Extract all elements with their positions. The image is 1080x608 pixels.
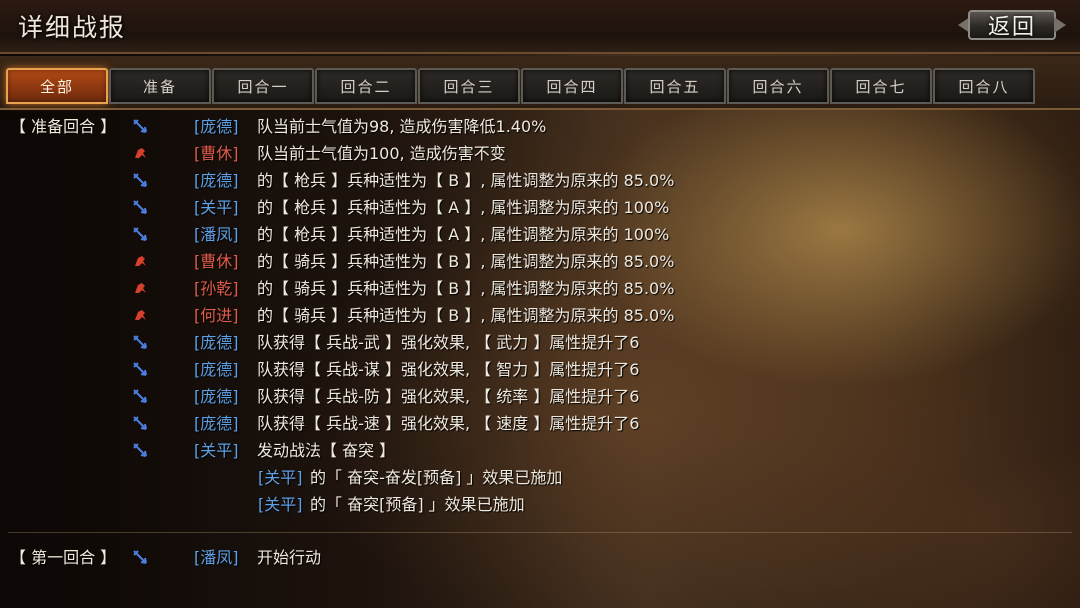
round-tab-bar: 全部 准备 回合一 回合二 回合三 回合四 回合五 回合六 回合七 回合八	[0, 56, 1080, 110]
log-text: 队获得【 兵战-防 】强化效果, 【 统率 】属性提升了6	[257, 387, 640, 406]
prep-round-label: 【 准备回合 】	[10, 117, 117, 136]
page-title: 详细战报	[18, 13, 127, 42]
tab-round-4[interactable]: 回合四	[521, 68, 623, 104]
blue-arrow-icon	[133, 173, 147, 187]
log-text: 队获得【 兵战-武 】强化效果, 【 武力 】属性提升了6	[257, 333, 640, 352]
log-text: 的【 枪兵 】兵种适性为【 A 】, 属性调整为原来的 100%	[257, 225, 670, 244]
tab-round-5[interactable]: 回合五	[624, 68, 726, 104]
log-text: 的【 骑兵 】兵种适性为【 B 】, 属性调整为原来的 85.0%	[257, 306, 675, 325]
red-horse-icon	[135, 148, 146, 158]
tab-round-3[interactable]: 回合三	[418, 68, 520, 104]
tab-round-8[interactable]: 回合八	[933, 68, 1035, 104]
log-sub-row: [关平] 的「 奋突[预备] 」效果已施加	[0, 491, 1080, 518]
general-name: [庞德]	[194, 414, 239, 433]
general-name: [庞德]	[194, 171, 239, 190]
general-name: [潘凤]	[194, 548, 239, 567]
log-text: 的「 奋突-奋发[预备] 」效果已施加	[310, 468, 563, 487]
blue-arrow-icon	[133, 362, 147, 376]
log-row: [曹休] 的【 骑兵 】兵种适性为【 B 】, 属性调整为原来的 85.0%	[0, 248, 1080, 275]
blue-arrow-icon	[133, 416, 147, 430]
blue-arrow-icon	[133, 227, 147, 241]
red-horse-icon	[135, 310, 146, 320]
tab-prep[interactable]: 准备	[109, 68, 211, 104]
general-name: [关平]	[258, 468, 303, 487]
blue-arrow-icon	[133, 389, 147, 403]
log-row: [庞德] 队获得【 兵战-武 】强化效果, 【 武力 】属性提升了6	[0, 329, 1080, 356]
general-name: [何进]	[194, 306, 239, 325]
round-divider	[8, 532, 1072, 533]
general-name: [孙乾]	[194, 279, 239, 298]
back-button[interactable]: 返回	[958, 6, 1066, 44]
general-name: [关平]	[194, 441, 239, 460]
general-name: [曹休]	[194, 144, 239, 163]
log-row: [何进] 的【 骑兵 】兵种适性为【 B 】, 属性调整为原来的 85.0%	[0, 302, 1080, 329]
log-text: 队当前士气值为100, 造成伤害不变	[257, 144, 506, 163]
log-row: [关平] 的【 枪兵 】兵种适性为【 A 】, 属性调整为原来的 100%	[0, 194, 1080, 221]
log-text: 的【 枪兵 】兵种适性为【 B 】, 属性调整为原来的 85.0%	[257, 171, 675, 190]
back-button-label: 返回	[987, 15, 1036, 40]
log-text: 的【 骑兵 】兵种适性为【 B 】, 属性调整为原来的 85.0%	[257, 252, 675, 271]
header-bar: 详细战报 返回	[0, 0, 1080, 54]
blue-arrow-icon	[133, 443, 147, 457]
general-name: [庞德]	[194, 117, 239, 136]
log-text: 的「 奋突[预备] 」效果已施加	[310, 495, 525, 514]
log-text: 开始行动	[257, 548, 322, 567]
log-row: [曹休] 队当前士气值为100, 造成伤害不变	[0, 140, 1080, 167]
general-name: [潘凤]	[194, 225, 239, 244]
log-row: [潘凤] 的【 枪兵 】兵种适性为【 A 】, 属性调整为原来的 100%	[0, 221, 1080, 248]
log-text: 队获得【 兵战-速 】强化效果, 【 速度 】属性提升了6	[257, 414, 640, 433]
general-name: [关平]	[194, 198, 239, 217]
battle-report-screen: 详细战报 返回 全部 准备 回合一 回合二 回合三 回合四 回合五 回合六 回合…	[0, 0, 1080, 608]
log-row: [庞德] 队获得【 兵战-谋 】强化效果, 【 智力 】属性提升了6	[0, 356, 1080, 383]
general-name: [庞德]	[194, 360, 239, 379]
red-horse-icon	[135, 256, 146, 266]
log-row: [孙乾] 的【 骑兵 】兵种适性为【 B 】, 属性调整为原来的 85.0%	[0, 275, 1080, 302]
log-text: 队获得【 兵战-谋 】强化效果, 【 智力 】属性提升了6	[257, 360, 640, 379]
battle-log[interactable]: 【 准备回合 】 [庞德] 队当前士气值为98, 造成伤害降低1.40% [曹休…	[0, 110, 1080, 608]
log-sub-row: [关平] 的「 奋突-奋发[预备] 」效果已施加	[0, 464, 1080, 491]
general-name: [曹休]	[194, 252, 239, 271]
log-row: [庞德] 的【 枪兵 】兵种适性为【 B 】, 属性调整为原来的 85.0%	[0, 167, 1080, 194]
log-row: 【 准备回合 】 [庞德] 队当前士气值为98, 造成伤害降低1.40%	[0, 113, 1080, 140]
first-round-label: 【 第一回合 】	[10, 548, 117, 567]
general-name: [庞德]	[194, 333, 239, 352]
blue-arrow-icon	[133, 335, 147, 349]
blue-arrow-icon	[133, 200, 147, 214]
log-text: 的【 枪兵 】兵种适性为【 A 】, 属性调整为原来的 100%	[257, 198, 670, 217]
blue-arrow-icon	[133, 119, 147, 133]
log-row: 【 第一回合 】 [潘凤] 开始行动	[0, 544, 1080, 571]
log-text: 队当前士气值为98, 造成伤害降低1.40%	[257, 117, 547, 136]
tab-all[interactable]: 全部	[6, 68, 108, 104]
tab-round-1[interactable]: 回合一	[212, 68, 314, 104]
tab-round-6[interactable]: 回合六	[727, 68, 829, 104]
log-row: [关平] 发动战法【 奋突 】	[0, 437, 1080, 464]
general-name: [关平]	[258, 495, 303, 514]
red-horse-icon	[135, 283, 146, 293]
tab-round-7[interactable]: 回合七	[830, 68, 932, 104]
log-text: 的【 骑兵 】兵种适性为【 B 】, 属性调整为原来的 85.0%	[257, 279, 675, 298]
general-name: [庞德]	[194, 387, 239, 406]
blue-arrow-icon	[133, 550, 147, 564]
back-button-wing-right	[1054, 17, 1066, 33]
log-row: [庞德] 队获得【 兵战-速 】强化效果, 【 速度 】属性提升了6	[0, 410, 1080, 437]
log-text: 发动战法【 奋突 】	[257, 441, 396, 460]
log-row: [庞德] 队获得【 兵战-防 】强化效果, 【 统率 】属性提升了6	[0, 383, 1080, 410]
tab-round-2[interactable]: 回合二	[315, 68, 417, 104]
